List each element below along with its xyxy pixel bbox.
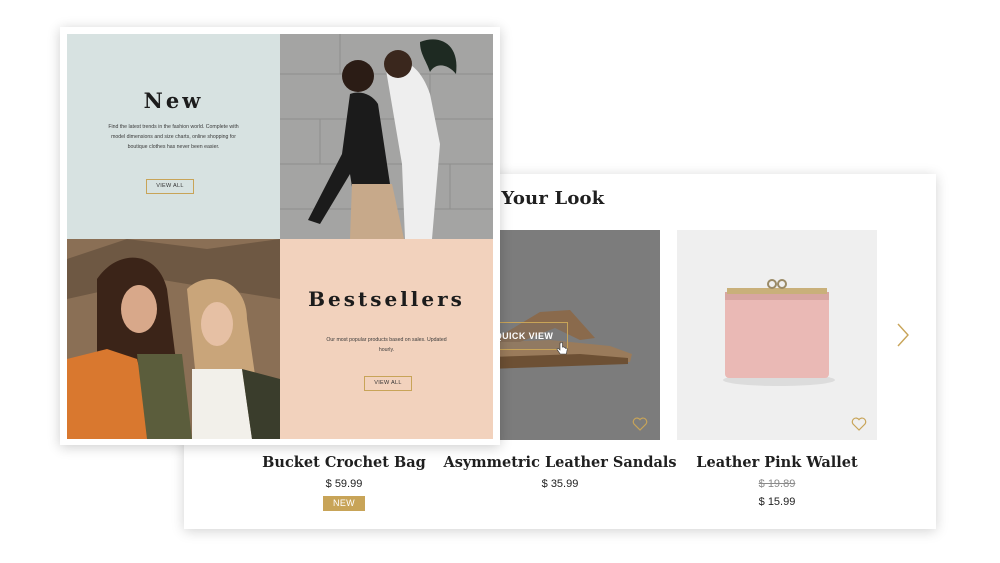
new-badge: NEW — [323, 496, 365, 511]
product-price-bucket-bag: $ 59.99 — [325, 478, 363, 490]
bestsellers-tile[interactable]: Bestsellers Our most popular products ba… — [280, 239, 493, 439]
product-old-price-wallet: $ 19.89 — [758, 478, 796, 490]
cursor-hand-icon — [556, 342, 568, 355]
women-illustration — [67, 239, 280, 439]
view-all-bestsellers-button[interactable]: VIEW ALL — [364, 376, 412, 391]
women-photo — [67, 239, 280, 439]
new-description: Find the latest trends in the fashion wo… — [108, 124, 239, 150]
product-name-wallet[interactable]: Leather Pink Wallet — [657, 454, 897, 471]
category-grid: New Find the latest trends in the fashio… — [60, 27, 500, 445]
product-name-bucket-bag[interactable]: Bucket Crochet Bag — [224, 454, 464, 471]
bestsellers-description: Our most popular products based on sales… — [326, 337, 447, 353]
heart-icon[interactable] — [851, 416, 867, 432]
chevron-right-icon[interactable] — [892, 322, 912, 348]
wallet-illustration — [677, 230, 877, 440]
bestsellers-heading: Bestsellers — [308, 287, 465, 311]
view-all-new-button[interactable]: VIEW ALL — [146, 179, 194, 194]
couple-photo — [280, 34, 493, 239]
product-image-wallet[interactable] — [677, 230, 877, 440]
heart-icon[interactable] — [632, 416, 648, 432]
couple-illustration — [280, 34, 493, 239]
new-heading: New — [143, 88, 204, 113]
new-tile[interactable]: New Find the latest trends in the fashio… — [67, 34, 280, 239]
product-price-wallet: $ 15.99 — [758, 496, 796, 508]
product-name-sandals[interactable]: Asymmetric Leather Sandals — [440, 454, 680, 471]
product-price-sandals: $ 35.99 — [541, 478, 579, 490]
